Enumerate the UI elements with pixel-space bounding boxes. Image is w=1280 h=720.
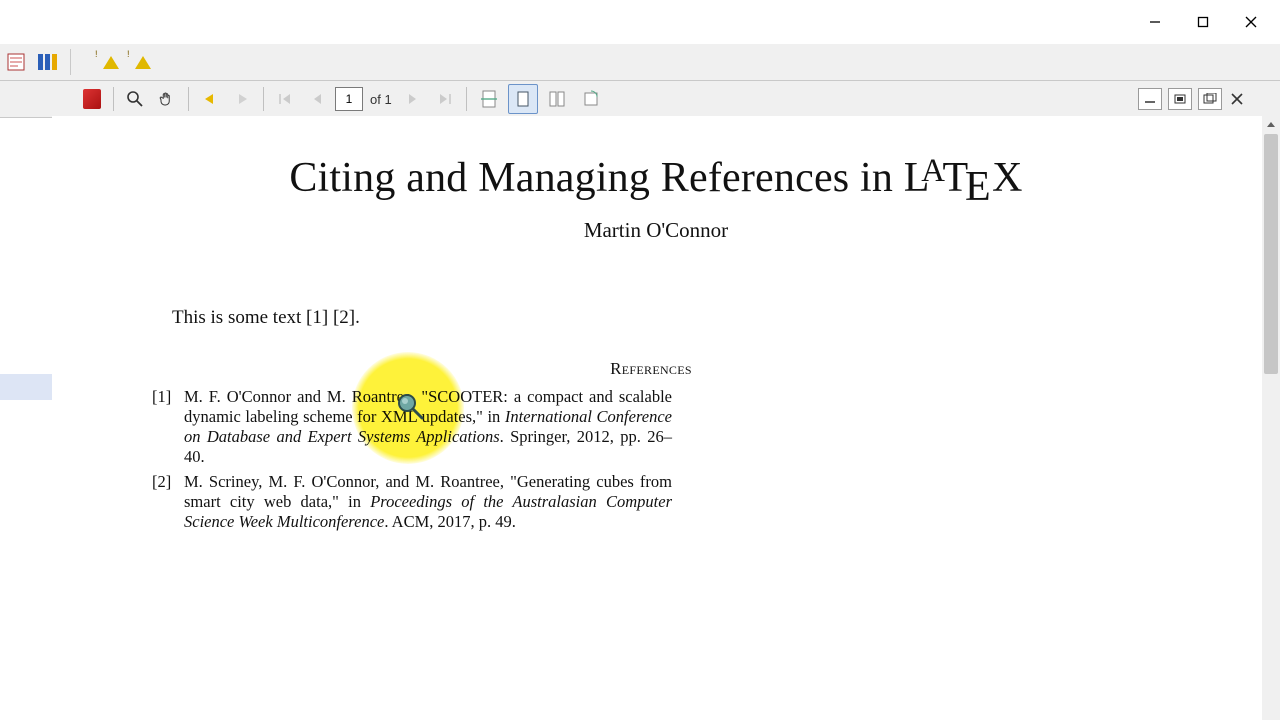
next-page-icon[interactable] <box>399 85 427 113</box>
reference-item: [2] M. Scriney, M. F. O'Connor, and M. R… <box>152 472 672 532</box>
hand-tool-icon[interactable] <box>153 85 181 113</box>
page-of-label: of 1 <box>370 92 392 107</box>
reference-item: [1] M. F. O'Connor and M. Roantree, "SCO… <box>152 387 672 468</box>
window-minimize-button[interactable] <box>1132 6 1178 38</box>
document-viewport[interactable]: Citing and Managing References in LATEX … <box>52 116 1280 720</box>
nav-forward-icon[interactable] <box>228 85 256 113</box>
left-sidebar-sliver <box>0 44 53 720</box>
references-heading: References <box>72 359 1230 379</box>
last-page-icon[interactable] <box>431 85 459 113</box>
document-author: Martin O'Connor <box>82 218 1230 243</box>
document-title: Citing and Managing References in LATEX <box>82 154 1230 202</box>
pdf-page: Citing and Managing References in LATEX … <box>82 124 1230 536</box>
main-toolbar: ! ! <box>0 44 1280 81</box>
panel-restore-icon[interactable] <box>1168 88 1192 110</box>
window-maximize-button[interactable] <box>1180 6 1226 38</box>
vertical-scrollbar[interactable] <box>1262 116 1280 720</box>
fit-width-icon[interactable] <box>474 84 504 114</box>
search-icon[interactable] <box>121 85 149 113</box>
continuous-icon[interactable] <box>542 84 572 114</box>
pdf-icon[interactable] <box>78 85 106 113</box>
rotate-icon[interactable] <box>576 84 606 114</box>
scroll-up-icon[interactable] <box>1262 116 1280 134</box>
panel-minimize-icon[interactable] <box>1138 88 1162 110</box>
latex-logo: LATEX <box>904 154 1023 202</box>
fit-page-icon[interactable] <box>508 84 538 114</box>
window-titlebar <box>0 0 1280 45</box>
document-body-text: This is some text [1] [2]. <box>172 307 1230 329</box>
warning-icon[interactable]: ! <box>97 48 125 76</box>
warning-next-icon[interactable]: ! <box>129 48 157 76</box>
nav-back-icon[interactable] <box>196 85 224 113</box>
references-list: [1] M. F. O'Connor and M. Roantree, "SCO… <box>152 387 672 532</box>
panel-close-icon[interactable] <box>1228 89 1246 109</box>
panel-maximize-icon[interactable] <box>1198 88 1222 110</box>
view-columns-icon[interactable] <box>34 48 62 76</box>
page-number-input[interactable] <box>335 87 363 111</box>
scrollbar-thumb[interactable] <box>1264 134 1278 374</box>
window-close-button[interactable] <box>1228 6 1274 38</box>
app-icon[interactable] <box>2 48 30 76</box>
viewer-toolbar: of 1 <box>0 81 1280 118</box>
prev-page-icon[interactable] <box>303 85 331 113</box>
first-page-icon[interactable] <box>271 85 299 113</box>
sidebar-highlight <box>0 374 52 400</box>
